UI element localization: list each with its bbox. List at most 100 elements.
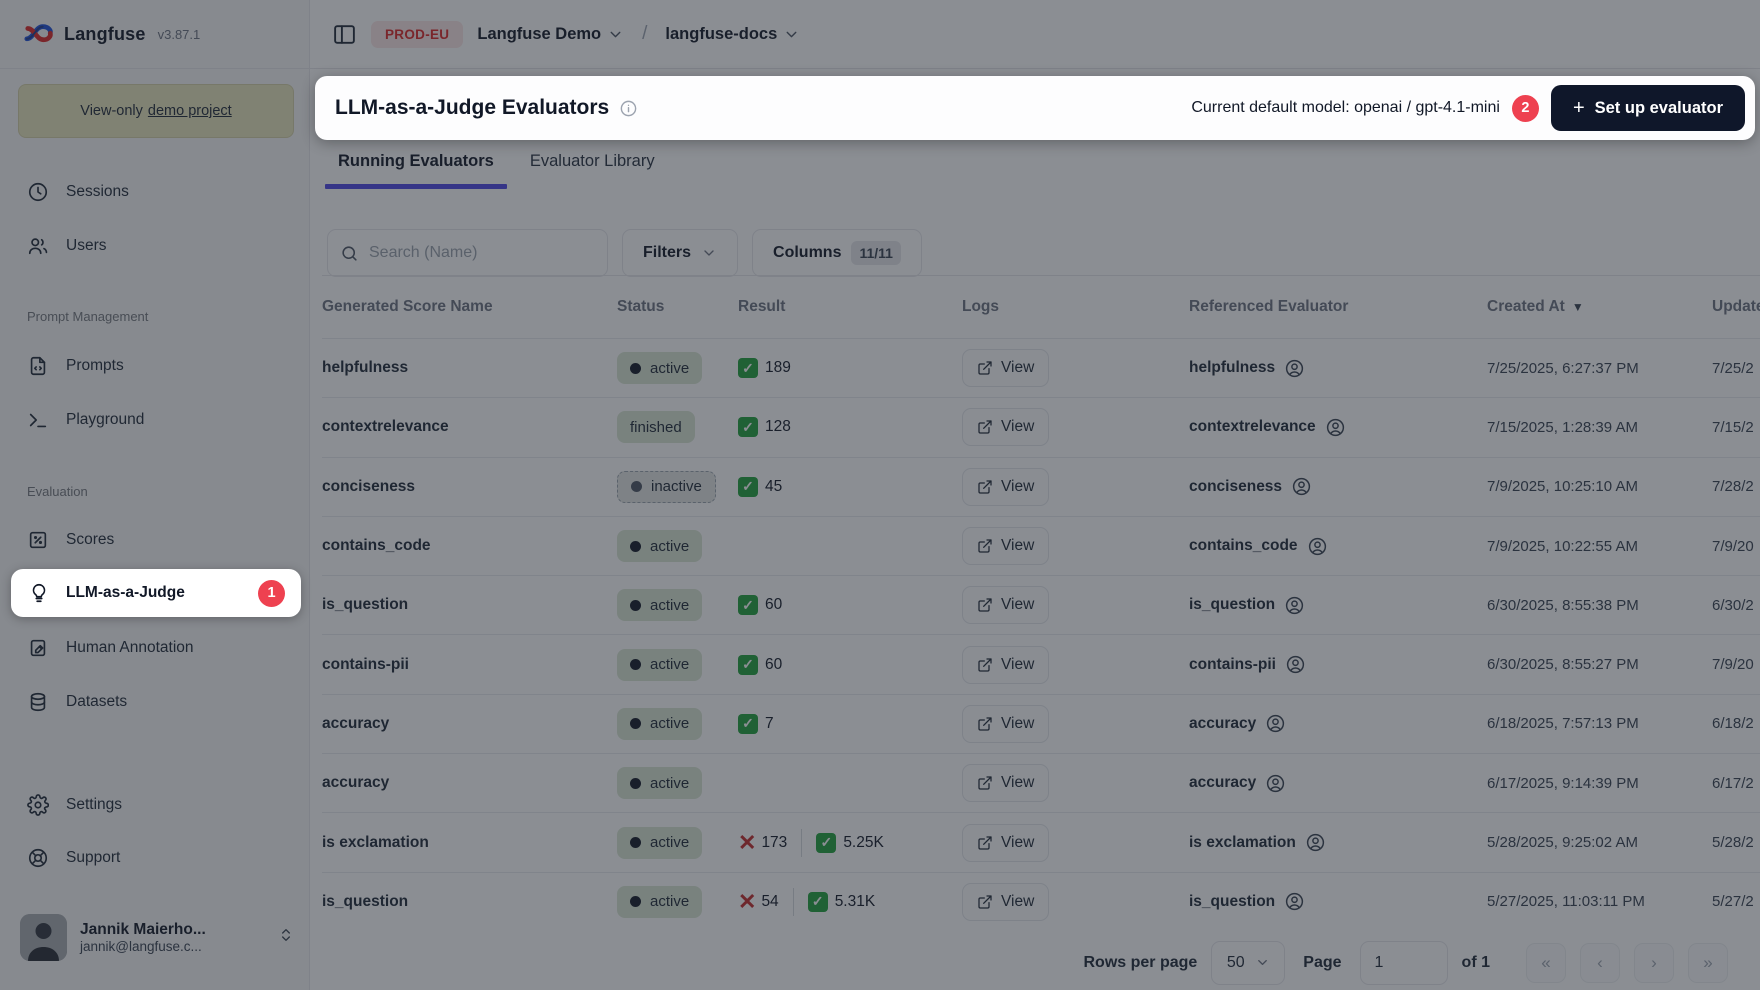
sidebar-toggle-icon[interactable] [332, 22, 357, 47]
sidebar-item-scores[interactable]: Scores [0, 524, 310, 556]
view-logs-button[interactable]: View [962, 408, 1049, 446]
table-body: helpfulness active ✓189 View helpfulness… [322, 338, 1760, 931]
set-up-evaluator-button[interactable]: + Set up evaluator [1551, 85, 1745, 131]
table-row[interactable]: accuracy active ✓7 View accuracy 6/18/20… [322, 694, 1760, 753]
prev-page-button[interactable]: ‹ [1580, 943, 1620, 983]
view-logs-button[interactable]: View [962, 468, 1049, 506]
toolbar: Filters Columns 11/11 [327, 229, 922, 277]
view-logs-button[interactable]: View [962, 705, 1049, 743]
page-header: LLM-as-a-Judge Evaluators Current defaul… [315, 76, 1755, 140]
created-at-cell: 7/9/2025, 10:25:10 AM [1487, 478, 1712, 495]
tab-running-evaluators[interactable]: Running Evaluators [338, 152, 494, 189]
referenced-evaluator-cell[interactable]: accuracy [1189, 773, 1487, 794]
col-referenced-evaluator[interactable]: Referenced Evaluator [1189, 298, 1487, 316]
view-logs-button[interactable]: View [962, 883, 1049, 921]
view-logs-button[interactable]: View [962, 349, 1049, 387]
sidebar-item-prompts[interactable]: Prompts [0, 350, 310, 382]
table-row[interactable]: contextrelevance finished ✓128 View cont… [322, 397, 1760, 456]
sidebar-item-sessions[interactable]: Sessions [0, 176, 310, 208]
section-prompt-management: Prompt Management [27, 309, 148, 324]
page-number-input[interactable] [1360, 941, 1448, 985]
table-row[interactable]: conciseness inactive ✓45 View concisenes… [322, 457, 1760, 516]
demo-project-link[interactable]: demo project [148, 103, 232, 119]
logs-cell: View [962, 349, 1189, 387]
result-cell: ✓7 [738, 714, 962, 734]
referenced-evaluator-cell[interactable]: helpfulness [1189, 358, 1487, 379]
sidebar: Langfuse v3.87.1 View-only demo project … [0, 0, 310, 990]
referenced-evaluator-cell[interactable]: contextrelevance [1189, 417, 1487, 438]
col-result[interactable]: Result [738, 298, 962, 316]
table-row[interactable]: contains-pii active ✓60 View contains-pi… [322, 634, 1760, 693]
table-header-row: Generated Score Name Status Result Logs … [322, 276, 1760, 338]
table-row[interactable]: helpfulness active ✓189 View helpfulness… [322, 338, 1760, 397]
info-icon[interactable] [619, 99, 638, 118]
score-name-cell: contains-pii [322, 656, 617, 674]
table-row[interactable]: is_question active ✕54✓5.31K View is_que… [322, 872, 1760, 931]
col-updated-at[interactable]: Updated At [1712, 298, 1760, 316]
columns-button[interactable]: Columns 11/11 [752, 229, 922, 277]
rows-per-page-select[interactable]: 50 [1211, 941, 1285, 985]
score-name-cell: accuracy [322, 715, 617, 733]
score-name-cell: helpfulness [322, 359, 617, 377]
col-generated-score-name[interactable]: Generated Score Name [322, 298, 617, 316]
external-link-icon [977, 894, 993, 910]
status-dot-icon [630, 718, 641, 729]
view-logs-button[interactable]: View [962, 646, 1049, 684]
table-row[interactable]: is exclamation active ✕173✓5.25K View is… [322, 812, 1760, 871]
sidebar-item-settings[interactable]: Settings [0, 789, 310, 821]
logs-cell: View [962, 705, 1189, 743]
referenced-evaluator-cell[interactable]: contains_code [1189, 536, 1487, 557]
status-dot-icon [630, 600, 641, 611]
org-selector[interactable]: Langfuse Demo [477, 25, 624, 44]
external-link-icon [977, 716, 993, 732]
score-name-cell: is exclamation [322, 834, 617, 852]
tutorial-step-2-badge: 2 [1512, 95, 1539, 122]
referenced-evaluator-cell[interactable]: conciseness [1189, 476, 1487, 497]
col-created-at[interactable]: Created At▼ [1487, 298, 1712, 316]
sidebar-item-playground[interactable]: Playground [0, 404, 310, 436]
first-page-button[interactable]: « [1526, 943, 1566, 983]
search-input[interactable] [369, 244, 595, 262]
pass-check-icon: ✓ [738, 417, 758, 437]
sort-desc-icon: ▼ [1572, 300, 1584, 314]
sidebar-item-datasets[interactable]: Datasets [0, 686, 310, 718]
result-cell: ✓60 [738, 595, 962, 615]
tab-bar: Running Evaluators Evaluator Library [338, 152, 655, 189]
pass-check-icon: ✓ [738, 714, 758, 734]
view-logs-button[interactable]: View [962, 586, 1049, 624]
table-row[interactable]: accuracy active View accuracy 6/17/2025,… [322, 753, 1760, 812]
updated-at-cell: 5/28/2 [1712, 834, 1760, 851]
sidebar-item-llm-as-a-judge[interactable]: LLM-as-a-Judge 1 [11, 569, 301, 617]
view-logs-button[interactable]: View [962, 527, 1049, 565]
filters-button[interactable]: Filters [622, 229, 738, 277]
plus-icon: + [1573, 98, 1585, 118]
user-email: jannik@langfuse.c... [80, 939, 206, 954]
referenced-evaluator-cell[interactable]: is_question [1189, 595, 1487, 616]
evaluators-table: Generated Score Name Status Result Logs … [322, 275, 1760, 935]
referenced-evaluator-cell[interactable]: is exclamation [1189, 832, 1487, 853]
referenced-evaluator-cell[interactable]: contains-pii [1189, 654, 1487, 675]
status-dot-icon [630, 778, 641, 789]
referenced-evaluator-cell[interactable]: accuracy [1189, 713, 1487, 734]
view-logs-button[interactable]: View [962, 764, 1049, 802]
percent-square-icon [27, 529, 49, 551]
project-selector[interactable]: langfuse-docs [665, 25, 800, 44]
fail-x-icon: ✕ [738, 892, 756, 912]
col-logs[interactable]: Logs [962, 298, 1189, 316]
last-page-button[interactable]: » [1688, 943, 1728, 983]
sidebar-item-users[interactable]: Users [0, 230, 310, 262]
referenced-evaluator-cell[interactable]: is_question [1189, 891, 1487, 912]
environment-badge[interactable]: PROD-EU [371, 21, 463, 48]
created-at-cell: 7/9/2025, 10:22:55 AM [1487, 538, 1712, 555]
sidebar-item-human-annotation[interactable]: Human Annotation [0, 632, 310, 664]
langfuse-logo-icon [24, 21, 54, 47]
view-logs-button[interactable]: View [962, 824, 1049, 862]
tab-evaluator-library[interactable]: Evaluator Library [530, 152, 655, 189]
table-row[interactable]: contains_code active View contains_code … [322, 516, 1760, 575]
table-row[interactable]: is_question active ✓60 View is_question … [322, 575, 1760, 634]
user-profile-button[interactable]: Jannik Maierho... jannik@langfuse.c... [20, 908, 294, 966]
logs-cell: View [962, 764, 1189, 802]
next-page-button[interactable]: › [1634, 943, 1674, 983]
col-status[interactable]: Status [617, 298, 738, 316]
sidebar-item-support[interactable]: Support [0, 842, 310, 874]
